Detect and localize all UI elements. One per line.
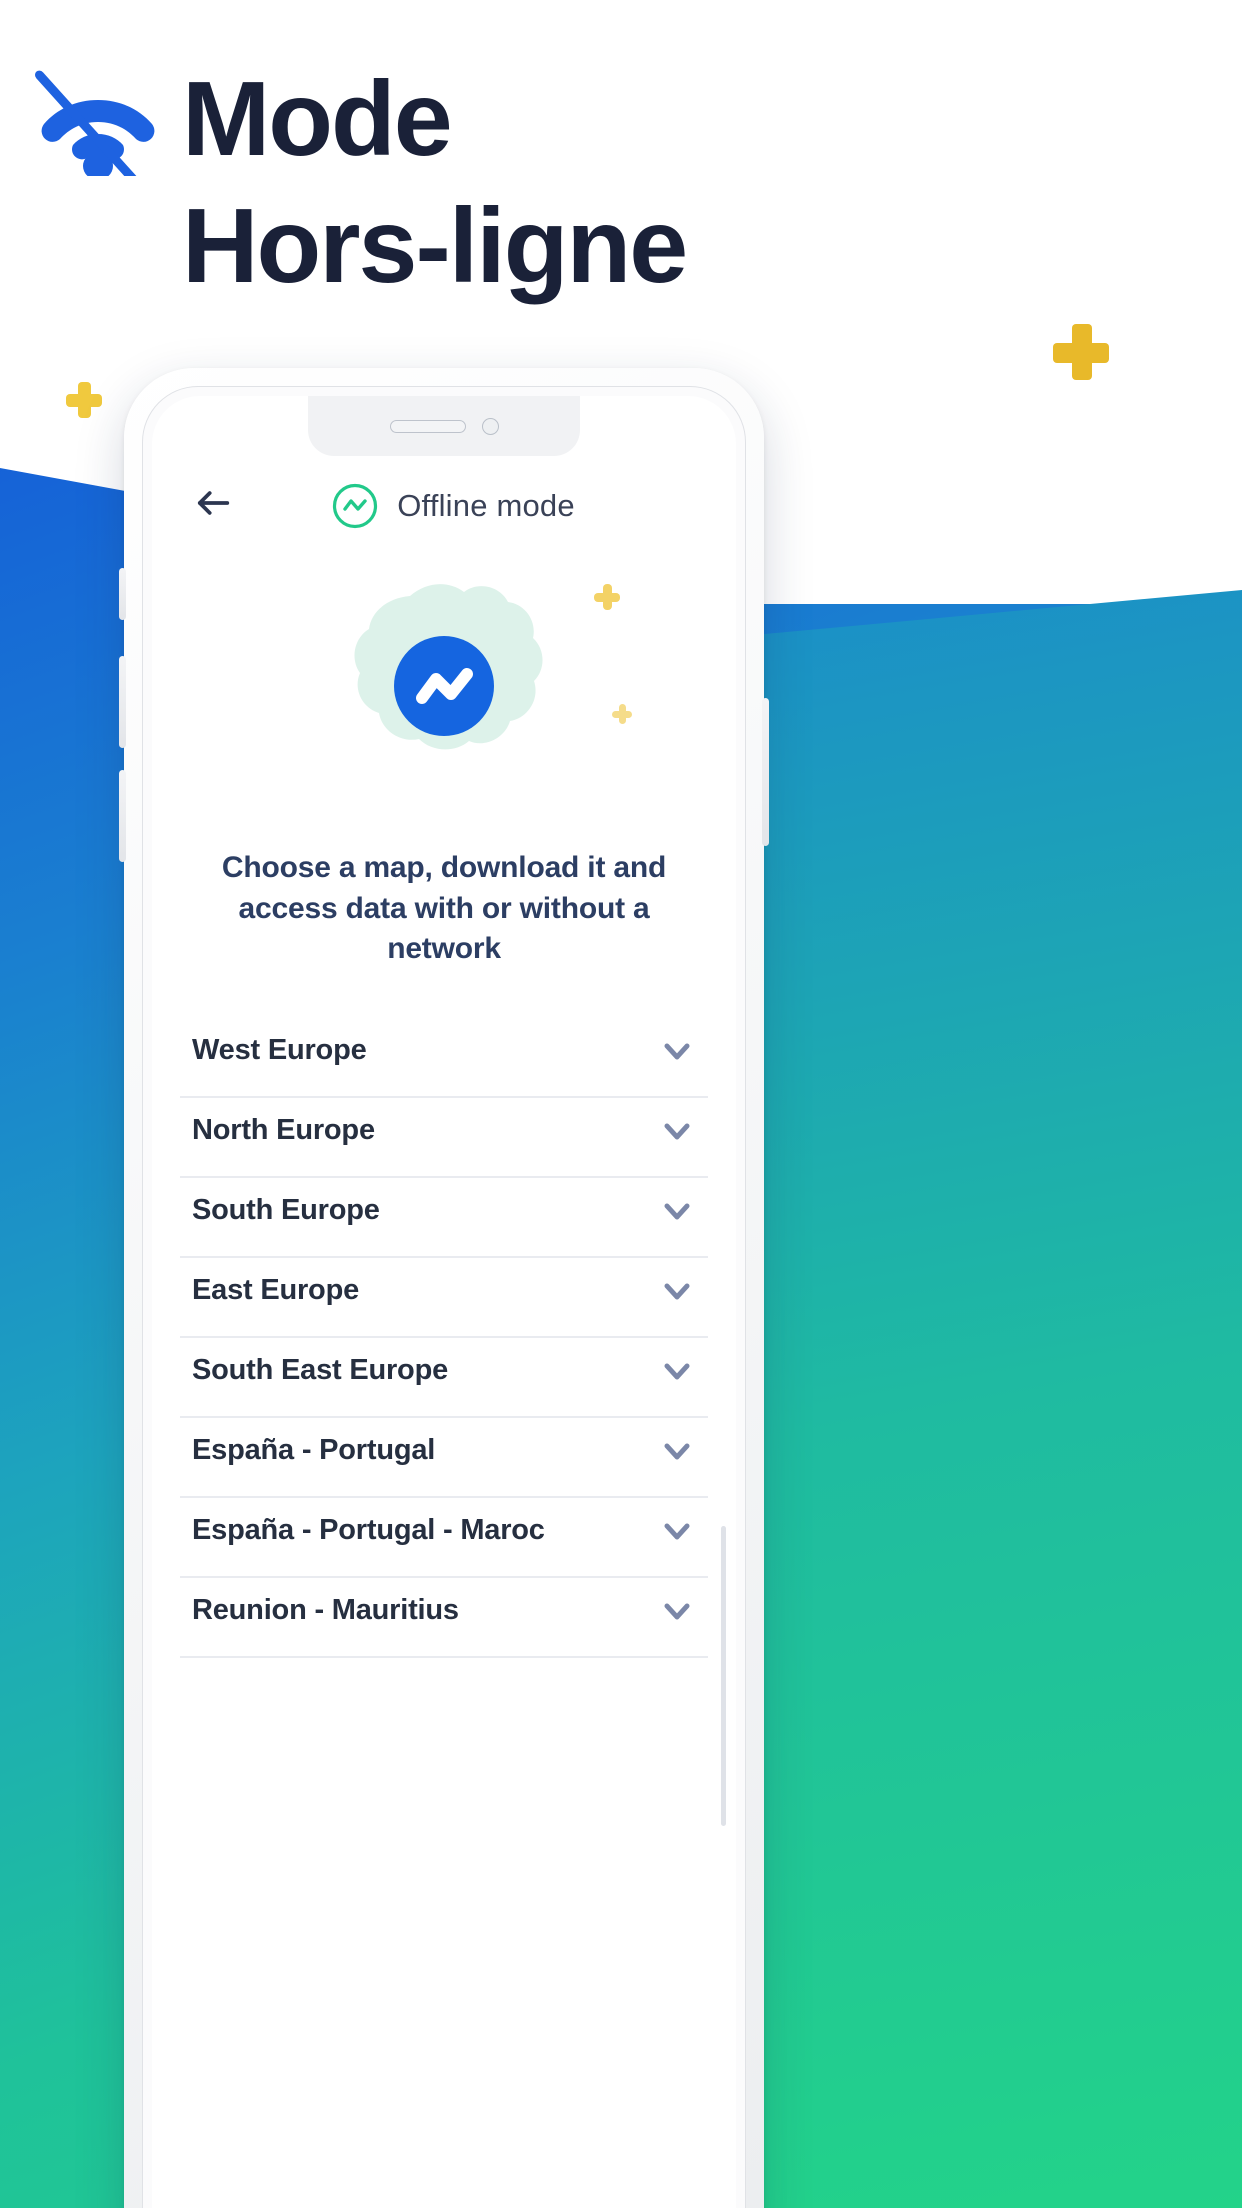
chevron-down-icon[interactable] bbox=[660, 1434, 694, 1468]
earpiece-speaker bbox=[389, 419, 466, 433]
chevron-down-icon[interactable] bbox=[660, 1034, 694, 1068]
map-list-item-label: South East Europe bbox=[192, 1354, 449, 1386]
chevron-down-icon[interactable] bbox=[660, 1354, 694, 1388]
phone-notch bbox=[308, 396, 580, 456]
back-button[interactable] bbox=[186, 476, 240, 530]
decorative-plus-small bbox=[66, 382, 102, 418]
arrow-left-icon bbox=[197, 491, 230, 515]
phone-power-button[interactable] bbox=[762, 698, 769, 846]
pulse-circle-icon bbox=[333, 483, 378, 529]
front-camera bbox=[481, 417, 499, 435]
map-list: West Europe North Europe South Europe Ea… bbox=[180, 1018, 708, 1658]
scrollbar[interactable] bbox=[721, 1526, 726, 1826]
map-list-item-espana-portugal[interactable]: España - Portugal bbox=[180, 1418, 708, 1498]
decorative-plus-large bbox=[1053, 324, 1109, 380]
map-list-item-west-europe[interactable]: West Europe bbox=[180, 1018, 708, 1098]
phone-volume-up-button[interactable] bbox=[119, 656, 126, 748]
chevron-down-icon[interactable] bbox=[660, 1514, 694, 1548]
map-list-item-label: Reunion - Mauritius bbox=[192, 1594, 459, 1626]
hero-blob-shape bbox=[354, 584, 543, 750]
map-list-item-label: North Europe bbox=[192, 1114, 375, 1146]
map-list-item-label: España - Portugal - Maroc bbox=[192, 1514, 545, 1546]
hero-decorative-plus-1 bbox=[594, 584, 620, 610]
wifi-off-icon bbox=[34, 70, 155, 176]
phone-mockup: Offline mode Choose a map, download it a… bbox=[119, 368, 769, 2208]
map-list-item-label: East Europe bbox=[192, 1274, 360, 1306]
page-title-line2: Hors-ligne bbox=[182, 187, 688, 306]
map-list-item-north-europe[interactable]: North Europe bbox=[180, 1098, 708, 1178]
map-list-item-label: South Europe bbox=[192, 1194, 380, 1226]
page-title: Mode Hors-ligne bbox=[182, 56, 1082, 310]
phone-volume-down-button[interactable] bbox=[119, 770, 126, 862]
map-list-item-espana-portugal-maroc[interactable]: España - Portugal - Maroc bbox=[180, 1498, 708, 1578]
page-title-line1: Mode bbox=[182, 60, 453, 178]
phone-mute-button[interactable] bbox=[119, 568, 126, 620]
map-list-item-label: España - Portugal bbox=[192, 1434, 436, 1466]
app-title-group: Offline mode bbox=[313, 482, 575, 530]
map-list-item-south-east-europe[interactable]: South East Europe bbox=[180, 1338, 708, 1418]
tagline: Choose a map, download it and access dat… bbox=[221, 851, 667, 965]
chevron-down-icon[interactable] bbox=[660, 1194, 694, 1228]
phone-bezel: Offline mode Choose a map, download it a… bbox=[142, 386, 746, 2208]
phone-screen: Offline mode Choose a map, download it a… bbox=[152, 396, 736, 2208]
chevron-down-icon[interactable] bbox=[660, 1274, 694, 1308]
chevron-down-icon[interactable] bbox=[660, 1114, 694, 1148]
map-list-item-label: West Europe bbox=[192, 1034, 367, 1066]
hero-illustration bbox=[152, 564, 736, 834]
map-list-item-east-europe[interactable]: East Europe bbox=[180, 1258, 708, 1338]
chevron-down-icon[interactable] bbox=[660, 1594, 694, 1628]
map-list-item-reunion-mauritius[interactable]: Reunion - Mauritius bbox=[180, 1578, 708, 1658]
app-title: Offline mode bbox=[397, 488, 575, 523]
map-list-item-south-europe[interactable]: South Europe bbox=[180, 1178, 708, 1258]
hero-decorative-plus-2 bbox=[612, 704, 632, 724]
